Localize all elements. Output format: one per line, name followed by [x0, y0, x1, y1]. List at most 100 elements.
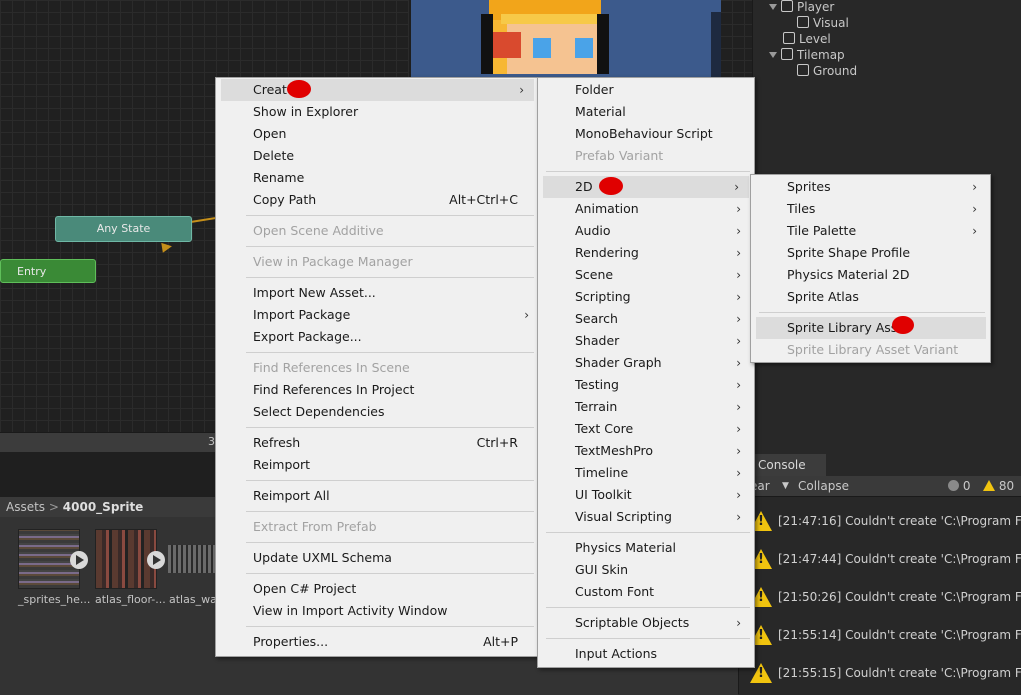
console-log-row[interactable]: [21:50:26] Couldn't create 'C:\Program F…	[748, 578, 1021, 616]
menu-item-label: Text Core	[575, 421, 634, 436]
menu-item-show-in-explorer[interactable]: Show in Explorer	[253, 101, 358, 123]
menu-item-select-dependencies[interactable]: Select Dependencies	[253, 401, 385, 423]
menu-item-sprite-library-asset[interactable]: Sprite Library Asset	[756, 317, 986, 339]
menu-item-delete[interactable]: Delete	[253, 145, 294, 167]
menu-item-textmeshpro[interactable]: TextMeshPro ›	[575, 440, 741, 462]
expand-play-icon[interactable]	[147, 551, 165, 569]
menu-item-scriptable-objects[interactable]: Scriptable Objects ›	[575, 612, 741, 634]
menu-item-terrain[interactable]: Terrain ›	[575, 396, 741, 418]
clear-dropdown-icon[interactable]: ▼	[782, 476, 789, 496]
hierarchy-item-ground[interactable]: Ground	[797, 63, 857, 79]
menu-item-update-uxml-schema[interactable]: Update UXML Schema	[253, 547, 392, 569]
menu-item-sprite-atlas[interactable]: Sprite Atlas	[787, 286, 859, 308]
menu-item-audio[interactable]: Audio ›	[575, 220, 741, 242]
asset-thumbnail-atlas-wall[interactable]	[168, 545, 215, 573]
console-log-row[interactable]: [21:47:16] Couldn't create 'C:\Program F…	[748, 502, 1021, 540]
menu-item-custom-font[interactable]: Custom Font	[575, 581, 654, 603]
menu-item-label: Testing	[575, 377, 619, 392]
menu-item-sprites[interactable]: Sprites ›	[787, 176, 977, 198]
submenu-arrow-icon: ›	[736, 510, 741, 524]
menu-item-text-core[interactable]: Text Core ›	[575, 418, 741, 440]
menu-item-gui-skin[interactable]: GUI Skin	[575, 559, 628, 581]
menu-item-open[interactable]: Open	[253, 123, 286, 145]
menu-item-sprite-shape-profile[interactable]: Sprite Shape Profile	[787, 242, 910, 264]
menu-item-find-references-in-scene: Find References In Scene	[253, 360, 410, 375]
menu-item-label: Tile Palette	[787, 223, 857, 238]
menu-item-input-actions[interactable]: Input Actions	[575, 643, 657, 665]
menu-item-import-new-asset[interactable]: Import New Asset...	[253, 282, 376, 304]
expand-play-icon[interactable]	[70, 551, 88, 569]
console-message: [21:55:14] Couldn't create 'C:\Program F…	[778, 628, 1021, 642]
menu-item-label: Search	[575, 311, 618, 326]
menu-item-label: Properties...	[253, 634, 329, 649]
menu-item-tiles[interactable]: Tiles ›	[787, 198, 977, 220]
console-log-row[interactable]: [21:55:14] Couldn't create 'C:\Program F…	[748, 616, 1021, 654]
menu-item-physics-material[interactable]: Physics Material	[575, 537, 676, 559]
annotation-red-dot	[599, 177, 623, 195]
hierarchy-item-level[interactable]: Level	[783, 31, 831, 47]
submenu-arrow-icon: ›	[736, 202, 741, 216]
menu-item-reimport-all[interactable]: Reimport All	[253, 485, 330, 507]
console-toolbar: ear ▼ Collapse 0 80	[738, 476, 1021, 497]
menu-item-view-in-import-activity-window[interactable]: View in Import Activity Window	[253, 600, 447, 622]
menu-item-copy-path[interactable]: Copy Path Alt+Ctrl+C	[253, 189, 518, 211]
menu-item-export-package[interactable]: Export Package...	[253, 326, 362, 348]
console-message: [21:47:44] Couldn't create 'C:\Program F…	[778, 552, 1021, 566]
hierarchy-item-visual[interactable]: Visual	[797, 15, 849, 31]
menu-item-rename[interactable]: Rename	[253, 167, 304, 189]
menu-item-create[interactable]: Create ›	[221, 79, 534, 101]
foldout-arrow-icon[interactable]	[769, 52, 777, 58]
menu-item-physics-material-2d[interactable]: Physics Material 2D	[787, 264, 910, 286]
menu-shortcut: Alt+Ctrl+C	[449, 192, 518, 207]
warning-count-toggle[interactable]: 80	[983, 476, 1014, 496]
breadcrumb-root[interactable]: Assets	[6, 500, 45, 514]
tab-console[interactable]: Console	[748, 454, 826, 476]
entry-node[interactable]: Entry	[0, 259, 96, 283]
scene-view[interactable]	[409, 0, 721, 80]
character-eye-right	[575, 38, 593, 58]
menu-item-scene[interactable]: Scene ›	[575, 264, 741, 286]
menu-item-reimport[interactable]: Reimport	[253, 454, 310, 476]
menu-item-monobehaviour-script[interactable]: MonoBehaviour Script	[575, 123, 713, 145]
menu-item-scripting[interactable]: Scripting ›	[575, 286, 741, 308]
hierarchy-item-tilemap[interactable]: Tilemap	[769, 47, 845, 63]
menu-item-import-package[interactable]: Import Package ›	[253, 304, 529, 326]
menu-item-refresh[interactable]: Refresh Ctrl+R	[253, 432, 518, 454]
menu-item-tile-palette[interactable]: Tile Palette ›	[787, 220, 977, 242]
menu-item-2d[interactable]: 2D ›	[543, 176, 749, 198]
menu-item-rendering[interactable]: Rendering ›	[575, 242, 741, 264]
menu-item-visual-scripting[interactable]: Visual Scripting ›	[575, 506, 741, 528]
foldout-arrow-icon[interactable]	[769, 4, 777, 10]
menu-separator	[246, 352, 534, 353]
menu-separator	[546, 638, 750, 639]
hierarchy-item-player[interactable]: Player	[769, 0, 834, 15]
warning-count: 80	[998, 479, 1015, 493]
submenu-arrow-icon: ›	[972, 224, 977, 238]
menu-item-testing[interactable]: Testing ›	[575, 374, 741, 396]
breadcrumb-current[interactable]: 4000_Sprite	[63, 500, 144, 514]
submenu-arrow-icon: ›	[736, 312, 741, 326]
menu-separator	[546, 532, 750, 533]
menu-item-material[interactable]: Material	[575, 101, 626, 123]
menu-item-shader-graph[interactable]: Shader Graph ›	[575, 352, 741, 374]
menu-item-folder[interactable]: Folder	[575, 79, 614, 101]
menu-item-animation[interactable]: Animation ›	[575, 198, 741, 220]
any-state-node[interactable]: Any State	[55, 216, 192, 242]
collapse-button[interactable]: Collapse	[798, 476, 849, 496]
menu-separator	[246, 542, 534, 543]
create-submenu: Folder Material MonoBehaviour Script Pre…	[537, 77, 755, 668]
menu-item-ui-toolkit[interactable]: UI Toolkit ›	[575, 484, 741, 506]
error-count-toggle[interactable]: 0	[948, 476, 970, 496]
menu-item-shader[interactable]: Shader ›	[575, 330, 741, 352]
console-log-row[interactable]: [21:47:44] Couldn't create 'C:\Program F…	[748, 540, 1021, 578]
submenu-arrow-icon: ›	[972, 180, 977, 194]
menu-item-label: Visual Scripting	[575, 509, 672, 524]
hierarchy-item-label: Tilemap	[797, 48, 845, 62]
menu-item-timeline[interactable]: Timeline ›	[575, 462, 741, 484]
console-log-row[interactable]: [21:55:15] Couldn't create 'C:\Program F…	[748, 654, 1021, 692]
menu-item-properties[interactable]: Properties... Alt+P	[253, 631, 518, 653]
breadcrumb[interactable]: Assets > 4000_Sprite	[0, 497, 215, 517]
menu-item-search[interactable]: Search ›	[575, 308, 741, 330]
menu-item-find-references-in-project[interactable]: Find References In Project	[253, 379, 414, 401]
menu-item-open-csharp-project[interactable]: Open C# Project	[253, 578, 356, 600]
